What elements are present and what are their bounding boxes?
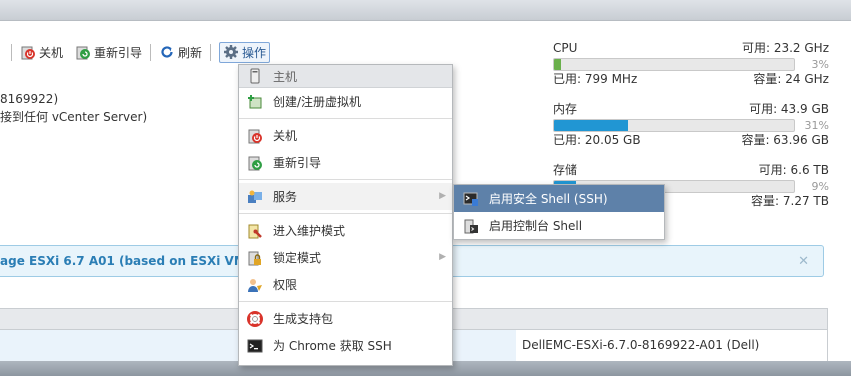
menu-divider bbox=[239, 213, 452, 214]
close-icon[interactable]: ✕ bbox=[798, 254, 809, 269]
menu-item-chrome-ssh[interactable]: 为 Chrome 获取 SSH bbox=[239, 332, 452, 359]
actions-button[interactable]: 操作 bbox=[219, 41, 271, 63]
cpu-capacity: 容量: 24 GHz bbox=[753, 72, 829, 86]
menu-item-lockdown-mode[interactable]: 锁定模式 ▶ bbox=[239, 244, 452, 271]
menu-header-label: 主机 bbox=[273, 69, 298, 84]
submenu-item-label: 启用控制台 Shell bbox=[489, 219, 583, 233]
menu-item-label: 服务 bbox=[273, 190, 298, 204]
storage-capacity: 容量: 7.27 TB bbox=[751, 194, 829, 208]
menu-item-shutdown[interactable]: 关机 bbox=[239, 122, 452, 149]
host-icon bbox=[247, 68, 263, 84]
services-submenu: 启用安全 Shell (SSH) 启用控制台 Shell bbox=[453, 184, 665, 240]
storage-percent: 9% bbox=[811, 179, 829, 193]
reboot-icon bbox=[75, 44, 91, 60]
reboot-button[interactable]: 重新引导 bbox=[75, 44, 142, 61]
table-cell-value: DellEMC-ESXi-6.7.0-8169922-A01 (Dell) bbox=[522, 338, 760, 352]
host-info-line: 8169922) bbox=[0, 92, 59, 106]
menu-item-label: 重新引导 bbox=[273, 156, 322, 170]
menu-divider bbox=[239, 179, 452, 180]
lifebuoy-icon bbox=[247, 310, 263, 327]
memory-capacity: 容量: 63.96 GB bbox=[741, 133, 829, 147]
memory-stat: 内存 可用: 43.9 GB 31% 已用: 20.05 GB 容量: 63.9… bbox=[553, 101, 829, 162]
memory-usage-fill bbox=[554, 119, 629, 131]
shutdown-label: 关机 bbox=[39, 45, 64, 60]
menu-item-reboot[interactable]: 重新引导 bbox=[239, 149, 452, 176]
menu-item-label: 生成支持包 bbox=[273, 312, 334, 326]
submenu-item-enable-console-shell[interactable]: 启用控制台 Shell bbox=[454, 212, 664, 239]
menu-item-services[interactable]: 服务 ▶ bbox=[239, 183, 452, 210]
chevron-right-icon: ▶ bbox=[439, 191, 446, 201]
permissions-icon bbox=[247, 277, 263, 293]
toolbar-separator bbox=[150, 43, 152, 61]
cpu-free: 可用: 23.2 GHz bbox=[741, 41, 829, 55]
host-info: 8169922) 接到任何 vCenter Server) bbox=[0, 90, 147, 126]
shutdown-button[interactable]: 关机 bbox=[20, 44, 63, 61]
refresh-icon bbox=[159, 44, 175, 60]
host-info-line: 接到任何 vCenter Server) bbox=[0, 110, 148, 124]
menu-item-maintenance-mode[interactable]: 进入维护模式 bbox=[239, 217, 452, 244]
menu-item-label: 进入维护模式 bbox=[273, 224, 346, 238]
menu-item-create-vm[interactable]: 创建/注册虚拟机 bbox=[239, 88, 452, 115]
menu-item-permissions[interactable]: 权限 bbox=[239, 271, 452, 298]
top-bar bbox=[0, 0, 851, 21]
power-off-icon bbox=[247, 128, 263, 144]
memory-title: 内存 bbox=[553, 102, 578, 116]
cpu-used: 已用: 799 MHz bbox=[553, 72, 638, 86]
toolbar-separator bbox=[11, 43, 12, 61]
cpu-percent: 3% bbox=[811, 57, 829, 71]
toolbar: 关机 重新引导 刷新 操作 bbox=[0, 40, 271, 64]
storage-free: 可用: 6.6 TB bbox=[758, 163, 829, 177]
cpu-usage-bar bbox=[553, 57, 795, 71]
actions-menu: 主机 创建/注册虚拟机 关机 重新引导 服务 ▶ 进入维护模式 锁定模式 ▶ 权… bbox=[238, 64, 453, 366]
cpu-stat: CPU 可用: 23.2 GHz 3% 已用: 799 MHz 容量: 24 G… bbox=[553, 40, 829, 101]
storage-title: 存储 bbox=[553, 163, 578, 177]
reboot-icon bbox=[247, 155, 263, 171]
submenu-item-label: 启用安全 Shell (SSH) bbox=[489, 192, 608, 206]
create-vm-icon bbox=[247, 94, 263, 110]
memory-percent: 31% bbox=[804, 118, 829, 132]
power-off-icon bbox=[20, 44, 36, 60]
menu-item-label: 锁定模式 bbox=[273, 251, 322, 265]
memory-free: 可用: 43.9 GB bbox=[749, 102, 829, 116]
reboot-label: 重新引导 bbox=[94, 45, 143, 60]
console-shell-icon bbox=[463, 218, 479, 234]
chevron-right-icon: ▶ bbox=[439, 252, 446, 262]
toolbar-separator bbox=[210, 43, 212, 61]
cpu-usage-fill bbox=[554, 58, 562, 70]
ssh-icon bbox=[463, 191, 479, 207]
menu-item-label: 为 Chrome 获取 SSH bbox=[273, 339, 392, 353]
menu-divider bbox=[239, 118, 452, 119]
menu-header: 主机 bbox=[239, 65, 452, 88]
lock-icon bbox=[247, 250, 263, 266]
memory-used: 已用: 20.05 GB bbox=[553, 133, 641, 147]
memory-usage-bar bbox=[553, 118, 795, 132]
gear-icon bbox=[223, 44, 239, 60]
submenu-item-enable-ssh[interactable]: 启用安全 Shell (SSH) bbox=[454, 185, 664, 212]
console-icon bbox=[247, 338, 263, 354]
menu-divider bbox=[239, 301, 452, 302]
maintenance-icon bbox=[247, 223, 263, 239]
cpu-title: CPU bbox=[553, 41, 578, 55]
menu-item-support-bundle[interactable]: 生成支持包 bbox=[239, 305, 452, 332]
menu-item-label: 创建/注册虚拟机 bbox=[273, 95, 362, 109]
services-icon bbox=[247, 189, 263, 205]
refresh-button[interactable]: 刷新 bbox=[159, 44, 202, 61]
menu-item-label: 关机 bbox=[273, 129, 298, 143]
actions-label: 操作 bbox=[242, 45, 267, 60]
refresh-label: 刷新 bbox=[178, 45, 203, 60]
menu-item-label: 权限 bbox=[273, 278, 298, 292]
